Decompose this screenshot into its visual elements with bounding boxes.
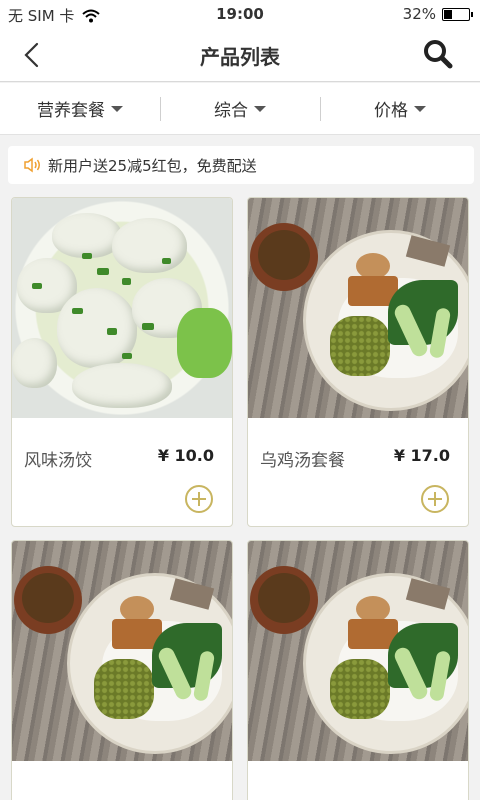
product-price: ¥ 10.0 bbox=[157, 446, 214, 465]
filter-label: 综合 bbox=[214, 101, 248, 121]
product-image[interactable] bbox=[12, 198, 232, 418]
search-icon[interactable] bbox=[422, 38, 454, 70]
caret-down-icon bbox=[414, 105, 426, 112]
nav-bar: 产品列表 bbox=[0, 28, 480, 82]
notice-text: 新用户送25减5红包，免费配送 bbox=[48, 156, 257, 175]
product-price: ¥ 17.0 bbox=[393, 446, 450, 465]
caret-down-icon bbox=[254, 105, 266, 112]
filter-bar: 营养套餐 综合 价格 bbox=[0, 83, 480, 135]
product-card[interactable]: 乌鸡汤套餐 ¥ 17.0 bbox=[247, 197, 469, 527]
product-image[interactable] bbox=[12, 541, 232, 761]
product-image[interactable] bbox=[248, 198, 468, 418]
product-card[interactable]: 风味汤饺 ¥ 10.0 bbox=[11, 197, 233, 527]
battery-icon bbox=[442, 7, 473, 21]
filter-overall[interactable]: 综合 bbox=[160, 83, 320, 134]
add-to-cart-icon[interactable] bbox=[420, 484, 450, 514]
battery-fill bbox=[444, 9, 452, 19]
product-name: 风味汤饺 bbox=[24, 451, 92, 471]
filter-price[interactable]: 价格 bbox=[320, 83, 480, 134]
page-title: 产品列表 bbox=[200, 45, 280, 69]
status-bar: 无 SIM 卡 19:00 32% bbox=[0, 0, 480, 28]
battery-percent: 32% bbox=[402, 5, 436, 23]
speaker-icon bbox=[24, 157, 40, 173]
promo-notice[interactable]: 新用户送25减5红包，免费配送 bbox=[8, 146, 474, 184]
caret-down-icon bbox=[111, 105, 123, 112]
chevron-left-icon[interactable] bbox=[18, 40, 48, 70]
add-to-cart-icon[interactable] bbox=[184, 484, 214, 514]
product-name: 乌鸡汤套餐 bbox=[260, 451, 345, 471]
product-card[interactable] bbox=[11, 540, 233, 800]
filter-label: 营养套餐 bbox=[37, 101, 105, 121]
filter-nutrition-set[interactable]: 营养套餐 bbox=[0, 83, 160, 134]
product-image[interactable] bbox=[248, 541, 468, 761]
filter-label: 价格 bbox=[374, 101, 408, 121]
product-card[interactable] bbox=[247, 540, 469, 800]
